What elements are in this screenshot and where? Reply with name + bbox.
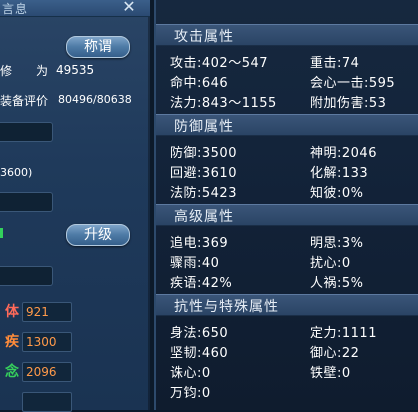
section-resistance-title: 抗性与特殊属性 — [174, 299, 279, 315]
attr-lightning: 追电:369 — [170, 236, 229, 251]
cultivation-value: 49535 — [56, 63, 95, 77]
attr-magic: 法力:843～1155 — [170, 96, 277, 111]
info-slot-2: 3600) — [0, 164, 54, 182]
attr-calamity: 人祸:5% — [310, 276, 364, 291]
gear-score-value: 80496/80638 — [58, 93, 132, 106]
attr-accuracy: 命中:646 — [170, 76, 229, 91]
stat-name-body: 体 — [5, 304, 19, 320]
partial-value: 3600) — [0, 166, 33, 179]
attr-resolve: 化解:133 — [310, 166, 369, 181]
attr-defense: 防御:3500 — [170, 146, 237, 161]
section-defense-header: 防御属性 — [156, 114, 418, 136]
section-advanced-header: 高级属性 — [156, 204, 418, 226]
close-icon[interactable]: ✕ — [120, 0, 138, 16]
section-resistance-header: 抗性与特殊属性 — [156, 294, 418, 316]
attr-might: 万钧:0 — [170, 386, 211, 401]
panel-title: 言息 — [2, 2, 29, 16]
attr-evasion: 回避:3610 — [170, 166, 237, 181]
info-slot-1 — [0, 122, 53, 142]
attr-heavy-hit: 重击:74 — [310, 56, 360, 71]
stat-name-mind: 念 — [5, 364, 19, 380]
attr-attack: 攻击:402～547 — [170, 56, 269, 71]
stat-name-speed: 疾 — [5, 334, 19, 350]
stat-value-speed: 1300 — [26, 335, 57, 349]
panel-header: 言息 ✕ — [0, 0, 150, 17]
section-attack-title: 攻击属性 — [174, 29, 234, 45]
stat-value-mind: 2096 — [26, 365, 57, 379]
cultivation-sub-label: 为 — [36, 64, 49, 78]
info-slot-4 — [0, 266, 53, 286]
section-advanced-title: 高级属性 — [174, 209, 234, 225]
info-slot-3 — [0, 192, 53, 212]
title-button[interactable]: 称谓 — [66, 36, 130, 58]
attr-agility: 身法:650 — [170, 326, 229, 341]
upgrade-button[interactable]: 升级 — [66, 224, 130, 246]
section-defense-title: 防御属性 — [174, 119, 234, 135]
attr-heart-pierce: 诛心:0 — [170, 366, 211, 381]
attr-clarity: 明思:3% — [310, 236, 364, 251]
gear-score-label: 装备评价 — [0, 94, 49, 108]
attr-extra-damage: 附加伤害:53 — [310, 96, 387, 111]
attr-magic-defense: 法防:5423 — [170, 186, 237, 201]
attr-divine: 神明:2046 — [310, 146, 377, 161]
attr-swift-speech: 疾语:42% — [170, 276, 233, 291]
attr-crit: 会心一击:595 — [310, 76, 396, 91]
stat-row-4 — [22, 392, 72, 412]
character-info-panel: 言息 ✕ 称谓 修 为 49535 装备评价 80496/80638 3600)… — [0, 0, 150, 412]
attr-iron-wall: 铁壁:0 — [310, 366, 351, 381]
attr-toughness: 坚韧:460 — [170, 346, 229, 361]
cultivation-label: 修 — [0, 64, 13, 78]
attr-disrupt: 扰心:0 — [310, 256, 351, 271]
attr-mind-guard: 御心:22 — [310, 346, 360, 361]
green-indicator — [0, 228, 3, 238]
section-attack-header: 攻击属性 — [156, 24, 418, 46]
attr-willpower: 定力:1111 — [310, 326, 377, 341]
stat-value-body: 921 — [26, 305, 49, 319]
attr-insight: 知彼:0% — [310, 186, 364, 201]
attr-storm: 骤雨:40 — [170, 256, 220, 271]
